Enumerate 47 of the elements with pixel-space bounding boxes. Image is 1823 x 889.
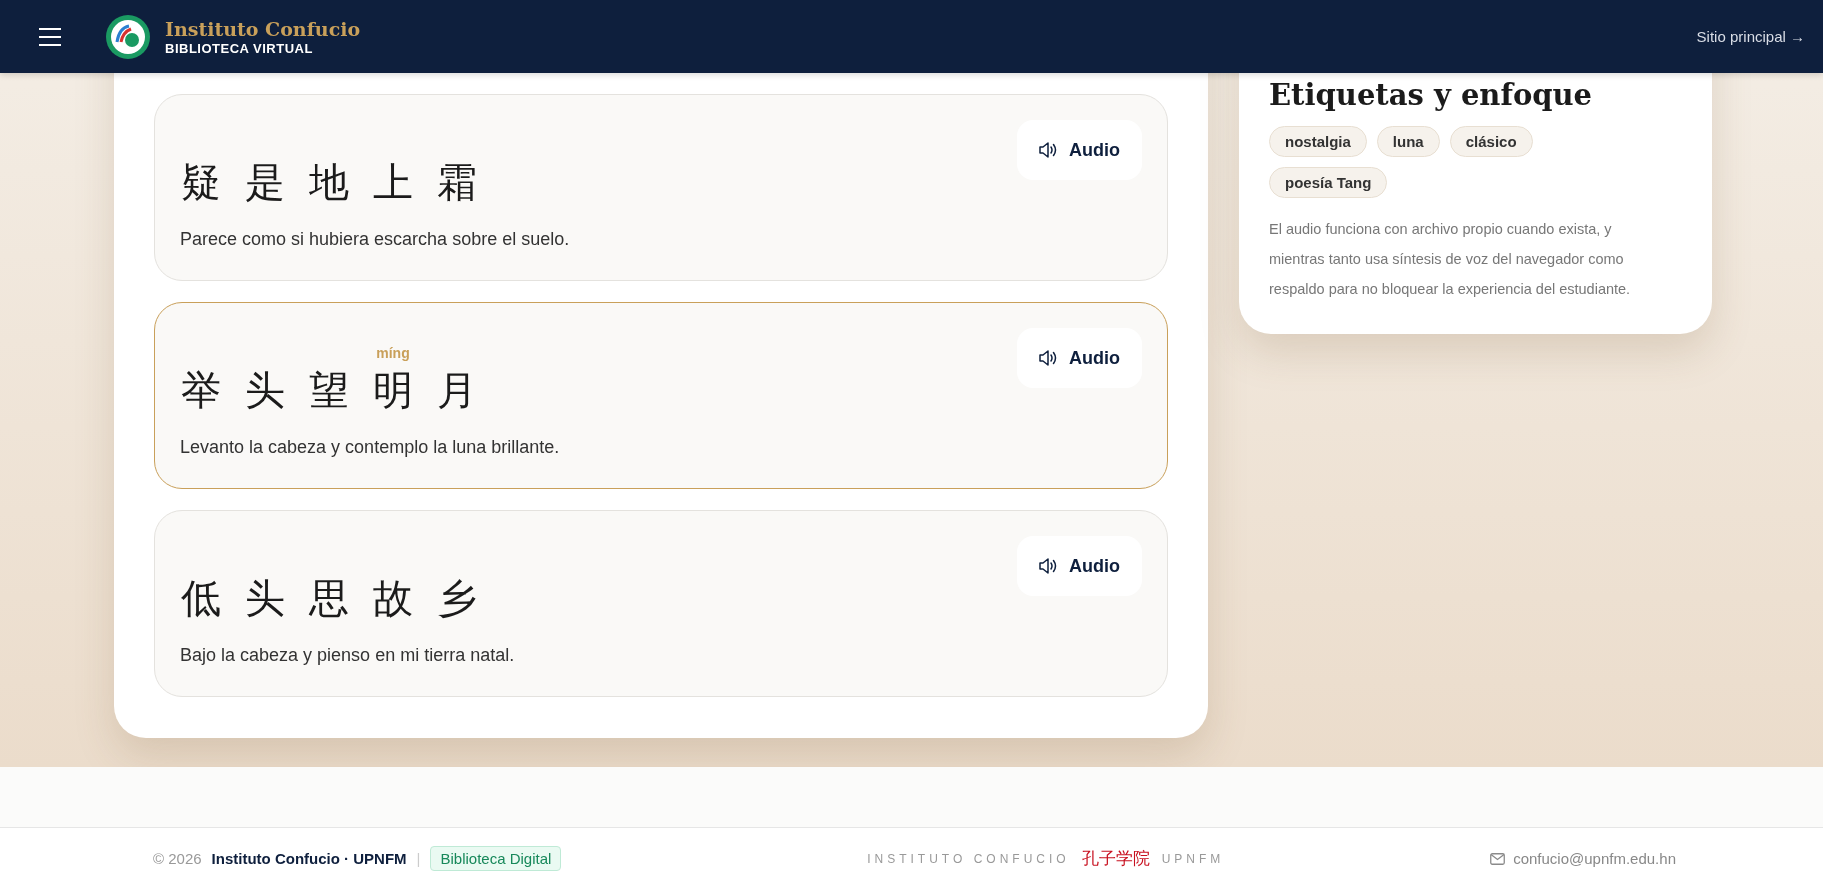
email-link[interactable]: confucio@upnfm.edu.hn <box>1490 850 1676 867</box>
audio-button[interactable]: Audio <box>1017 328 1142 388</box>
verse-card[interactable]: 举 头 望 míng 明 月 Levanto la cabeza y contemplo la luna brillante. Audio <box>154 302 1168 489</box>
mail-icon <box>1490 852 1506 865</box>
audio-button[interactable]: Audio <box>1017 536 1142 596</box>
institute-wordmark: INSTITUTO CONFUCIO <box>867 851 1070 866</box>
section-heading: Etiquetas y enfoque <box>1269 78 1594 112</box>
hanzi-character[interactable]: 地 <box>309 159 349 207</box>
hanzi-character[interactable]: 头 <box>245 575 285 623</box>
hanzi-character[interactable]: 月 <box>437 367 477 415</box>
hanzi-character[interactable]: 霜 <box>437 159 477 207</box>
audio-button[interactable]: Audio <box>1017 120 1142 180</box>
hanzi-character[interactable]: 明 <box>373 367 413 415</box>
organization-name: Instituto Confucio · UPNFM <box>211 850 407 867</box>
hanzi-character[interactable]: 上 <box>373 159 413 207</box>
site-title: Instituto Confucio <box>165 17 361 41</box>
separator-text: | <box>416 850 421 867</box>
verse-card[interactable]: 疑 是 地 上 霜 Parece como si hubiera escarcha sobre el suelo. Audio <box>154 94 1168 281</box>
speaker-icon <box>1039 142 1057 158</box>
copyright-text: © 2026 <box>153 850 202 867</box>
hanzi-character[interactable]: 低 <box>181 575 221 623</box>
info-paragraph: El audio funciona con archivo propio cuando exista, y mientras tanto usa síntesis de voz del navegador como respaldo para no bloquear la experiencia del estudiante. <box>1269 220 1632 299</box>
verse-card[interactable]: 低 头 思 故 乡 Bajo la cabeza y pienso en mi tierra natal. Audio <box>154 510 1168 697</box>
hanzi-character[interactable]: 是 <box>245 159 285 207</box>
chinese-wordmark: 孔子学院 <box>1081 848 1150 870</box>
verse-translation: Bajo la cabeza y pienso en mi tierra natal. <box>180 645 515 666</box>
verse-translation: Levanto la cabeza y contemplo la luna brillante. <box>180 437 560 458</box>
pinyin-label: míng <box>376 345 410 361</box>
hanzi-character[interactable]: 疑 <box>181 159 221 207</box>
library-badge: Biblioteca Digital <box>430 846 562 871</box>
speaker-icon <box>1039 558 1057 574</box>
university-wordmark: UPNFM <box>1161 851 1225 866</box>
tag-chip[interactable]: luna <box>1376 126 1440 157</box>
tag-chip[interactable]: clásico <box>1449 126 1533 157</box>
main-site-link[interactable]: Sitio principal → <box>1696 28 1805 45</box>
hanzi-character[interactable]: 望 <box>309 367 349 415</box>
site-subtitle: BIBLIOTECA VIRTUAL <box>165 40 314 56</box>
hanzi-character[interactable]: 头 <box>245 367 285 415</box>
tag-chip[interactable]: nostalgia <box>1269 126 1367 157</box>
hanzi-character[interactable]: 故 <box>373 575 413 623</box>
hanzi-character[interactable]: 乡 <box>437 575 477 623</box>
verse-translation: Parece como si hubiera escarcha sobre el suelo. <box>180 229 570 250</box>
hanzi-character[interactable]: 思 <box>309 575 349 623</box>
logo-icon <box>105 13 151 60</box>
speaker-icon <box>1039 350 1057 366</box>
hanzi-character[interactable]: 举 <box>181 367 221 415</box>
tag-chip[interactable]: poesía Tang <box>1269 167 1388 198</box>
